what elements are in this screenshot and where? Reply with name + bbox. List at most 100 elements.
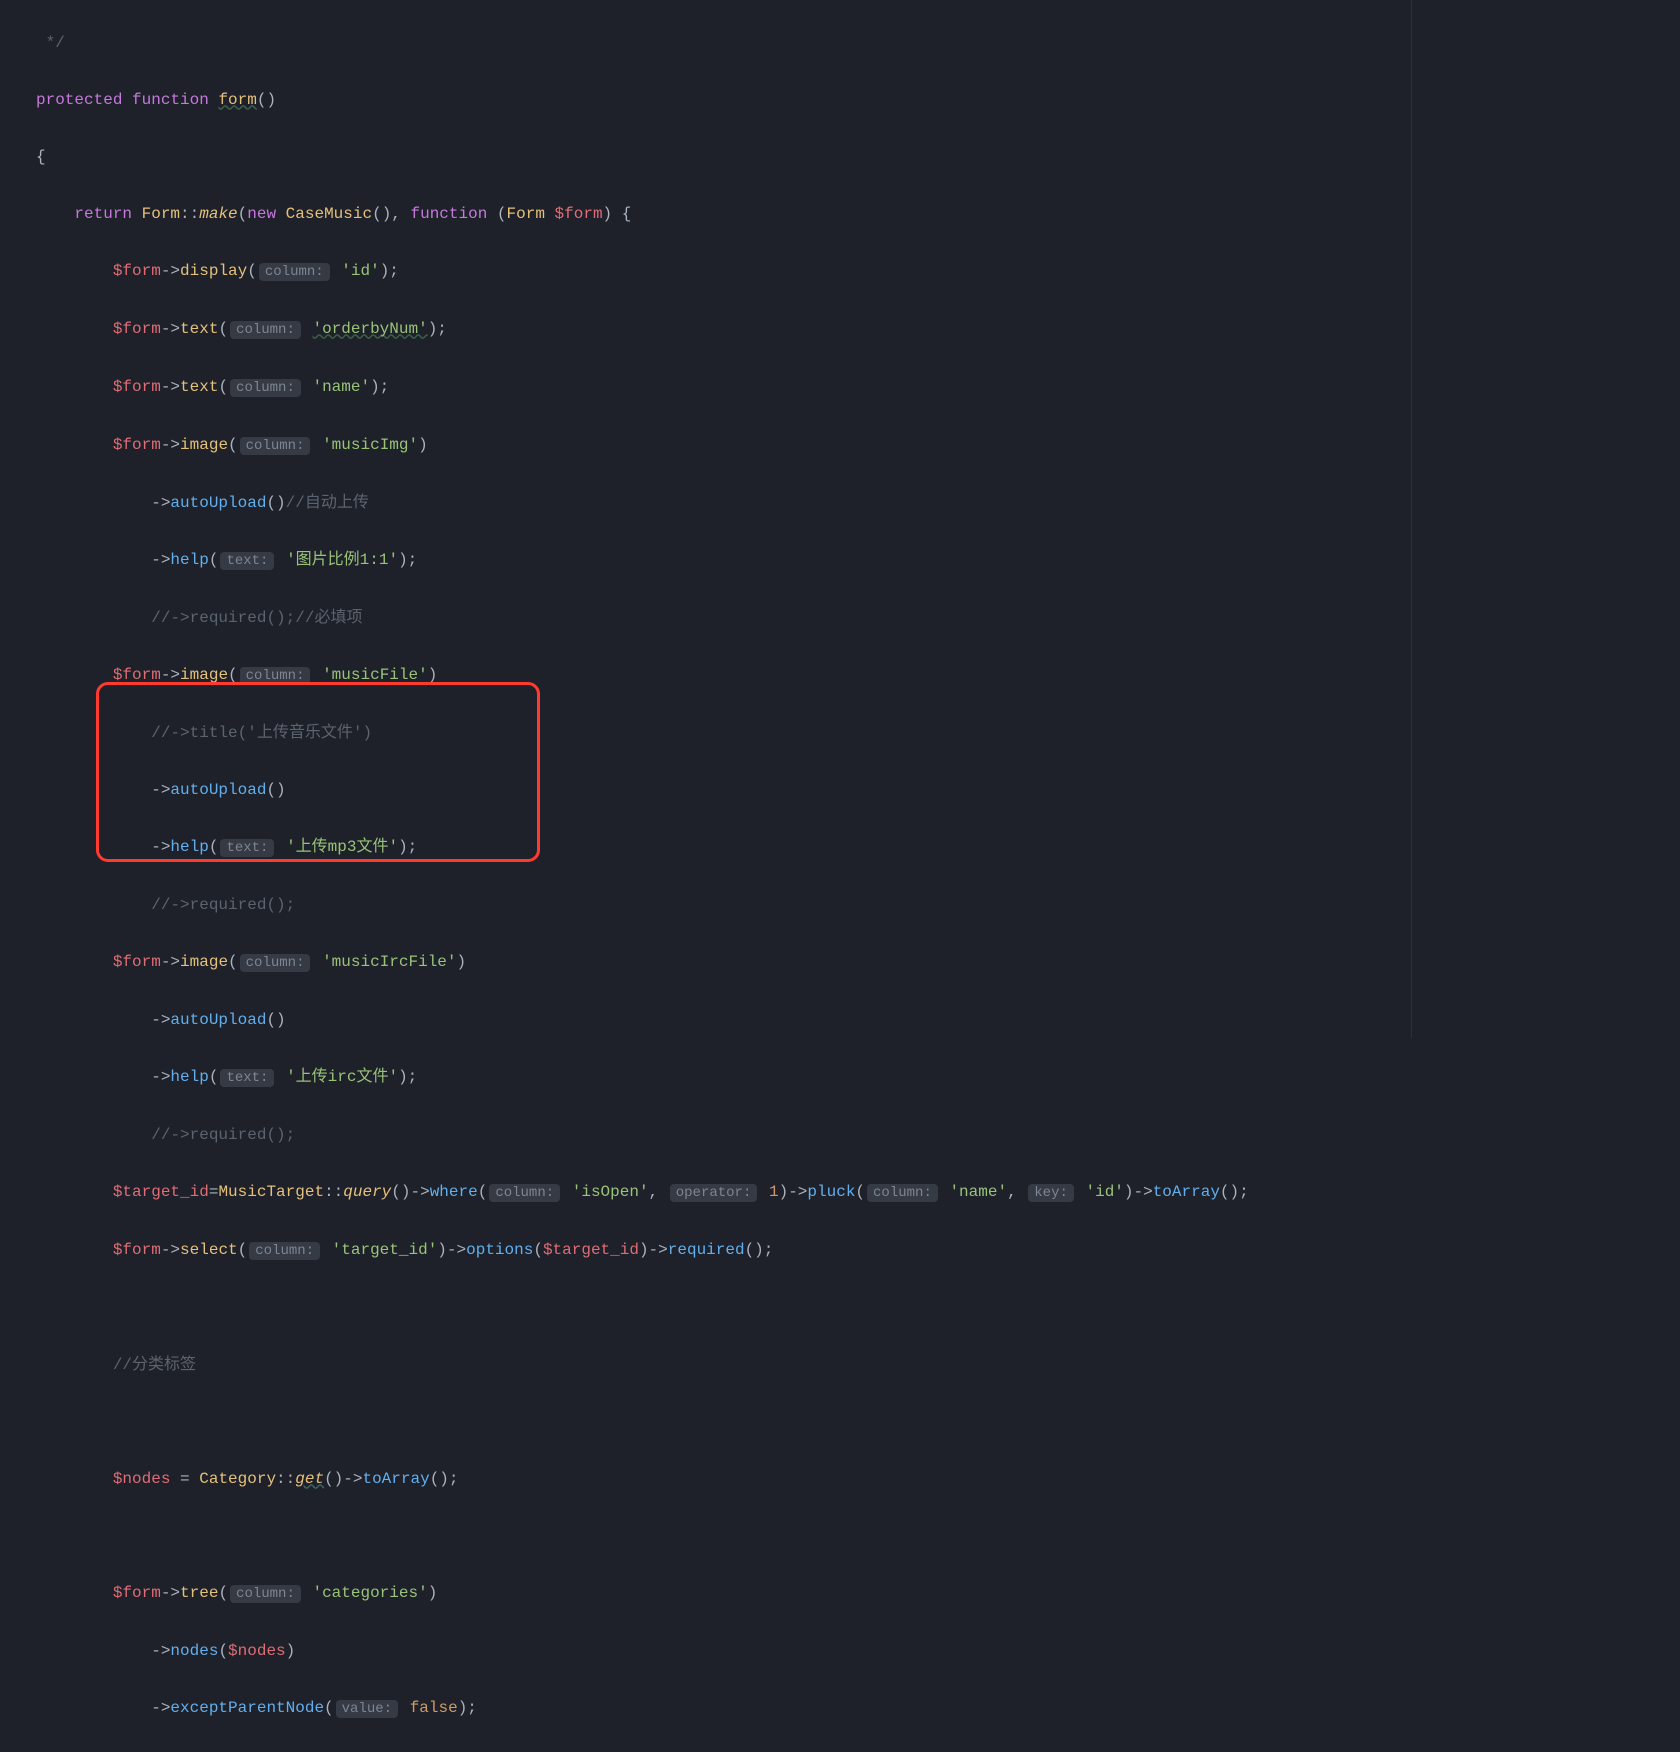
arrow-op: -> bbox=[151, 781, 170, 799]
punc: ) bbox=[418, 436, 428, 454]
string-orderbynum: 'orderbyNum' bbox=[312, 320, 427, 338]
arrow-op: -> bbox=[161, 666, 180, 684]
comment-autoupload: //自动上传 bbox=[286, 494, 369, 512]
number-one: 1 bbox=[769, 1183, 779, 1201]
keyword-function: function bbox=[411, 205, 488, 223]
string-categories: 'categories' bbox=[312, 1584, 427, 1602]
punc: ()-> bbox=[391, 1183, 429, 1201]
punc: (); bbox=[430, 1470, 459, 1488]
const-false: false bbox=[410, 1699, 458, 1717]
paren: ( bbox=[238, 1241, 248, 1259]
method-toarray: toArray bbox=[1153, 1183, 1220, 1201]
punc: ); bbox=[398, 551, 417, 569]
param-hint-operator: operator: bbox=[670, 1184, 758, 1202]
punc: ()-> bbox=[324, 1470, 362, 1488]
scope-op: :: bbox=[180, 205, 199, 223]
string-id: 'id' bbox=[1085, 1183, 1123, 1201]
paren: ( bbox=[209, 551, 219, 569]
var-form: $form bbox=[113, 953, 161, 971]
string-id: 'id' bbox=[341, 262, 379, 280]
param-hint-column: column: bbox=[230, 1585, 301, 1603]
function-name: form bbox=[218, 91, 256, 109]
string-name: 'name' bbox=[312, 378, 370, 396]
param-hint-column: column: bbox=[489, 1184, 560, 1202]
var-targetid: $target_id bbox=[113, 1183, 209, 1201]
string-uploadirc: '上传irc文件' bbox=[286, 1068, 398, 1086]
param-hint-column: column: bbox=[240, 667, 311, 685]
arrow-op: -> bbox=[151, 1011, 170, 1029]
paren: ( bbox=[218, 378, 228, 396]
method-tree: tree bbox=[180, 1584, 218, 1602]
comment-required: //->required(); bbox=[151, 1126, 295, 1144]
var-targetid: $target_id bbox=[543, 1241, 639, 1259]
arrow-op: -> bbox=[161, 436, 180, 454]
punc: (); bbox=[1220, 1183, 1249, 1201]
var-form: $form bbox=[113, 666, 161, 684]
comment-required: //->required();//必填项 bbox=[151, 609, 362, 627]
punc: (); bbox=[745, 1241, 774, 1259]
string-musicircfile: 'musicIrcFile' bbox=[322, 953, 456, 971]
param-hint-column: column: bbox=[230, 321, 301, 339]
paren: ( bbox=[218, 320, 228, 338]
arrow-op: -> bbox=[161, 1241, 180, 1259]
method-autoupload: autoUpload bbox=[170, 781, 266, 799]
method-image: image bbox=[180, 436, 228, 454]
param-hint-value: value: bbox=[336, 1700, 398, 1718]
code-editor[interactable]: */ protected function form() { return Fo… bbox=[0, 0, 1680, 1752]
method-image: image bbox=[180, 666, 228, 684]
equals: = bbox=[209, 1183, 219, 1201]
arrow-op: -> bbox=[161, 378, 180, 396]
brace-open: { bbox=[36, 148, 46, 166]
punc: ) bbox=[286, 1642, 296, 1660]
paren: ( bbox=[533, 1241, 543, 1259]
string-targetid: 'target_id' bbox=[332, 1241, 438, 1259]
arrow-op: -> bbox=[151, 838, 170, 856]
punc: ); bbox=[398, 1068, 417, 1086]
arrow-op: -> bbox=[151, 1642, 170, 1660]
method-autoupload: autoUpload bbox=[170, 494, 266, 512]
method-query: query bbox=[343, 1183, 391, 1201]
paren: ( bbox=[218, 1584, 228, 1602]
keyword-return: return bbox=[74, 205, 132, 223]
method-select: select bbox=[180, 1241, 238, 1259]
paren: ( bbox=[228, 953, 238, 971]
comment-title: //->title('上传音乐文件') bbox=[151, 724, 372, 742]
punc: )-> bbox=[779, 1183, 808, 1201]
parens: () bbox=[266, 494, 285, 512]
punc: (), bbox=[372, 205, 410, 223]
arrow-op: -> bbox=[151, 494, 170, 512]
type-form: Form bbox=[507, 205, 545, 223]
class-musictarget: MusicTarget bbox=[218, 1183, 324, 1201]
punc: ) bbox=[457, 953, 467, 971]
string-name: 'name' bbox=[949, 1183, 1007, 1201]
arrow-op: -> bbox=[161, 1584, 180, 1602]
param-hint-column: column: bbox=[230, 379, 301, 397]
method-text: text bbox=[180, 320, 218, 338]
string-musicimg: 'musicImg' bbox=[322, 436, 418, 454]
string-musicfile: 'musicFile' bbox=[322, 666, 428, 684]
string-uploadmp3: '上传mp3文件' bbox=[286, 838, 398, 856]
arrow-op: -> bbox=[151, 1068, 170, 1086]
comma: , bbox=[649, 1183, 668, 1201]
param-hint-column: column: bbox=[240, 437, 311, 455]
paren: ( bbox=[487, 205, 506, 223]
method-make: make bbox=[199, 205, 237, 223]
method-pluck: pluck bbox=[807, 1183, 855, 1201]
punc: ); bbox=[370, 378, 389, 396]
paren: ( bbox=[247, 262, 257, 280]
punc: ) bbox=[428, 666, 438, 684]
arrow-op: -> bbox=[161, 953, 180, 971]
string-isopen: 'isOpen' bbox=[572, 1183, 649, 1201]
parens: () bbox=[257, 91, 276, 109]
method-help: help bbox=[170, 838, 208, 856]
method-options: options bbox=[466, 1241, 533, 1259]
paren: ( bbox=[855, 1183, 865, 1201]
paren: ( bbox=[324, 1699, 334, 1717]
arrow-op: -> bbox=[151, 551, 170, 569]
keyword-new: new bbox=[247, 205, 276, 223]
arrow-op: -> bbox=[161, 262, 180, 280]
parens: () bbox=[266, 781, 285, 799]
scope-op: :: bbox=[324, 1183, 343, 1201]
punc: )-> bbox=[437, 1241, 466, 1259]
punc: ); bbox=[428, 320, 447, 338]
